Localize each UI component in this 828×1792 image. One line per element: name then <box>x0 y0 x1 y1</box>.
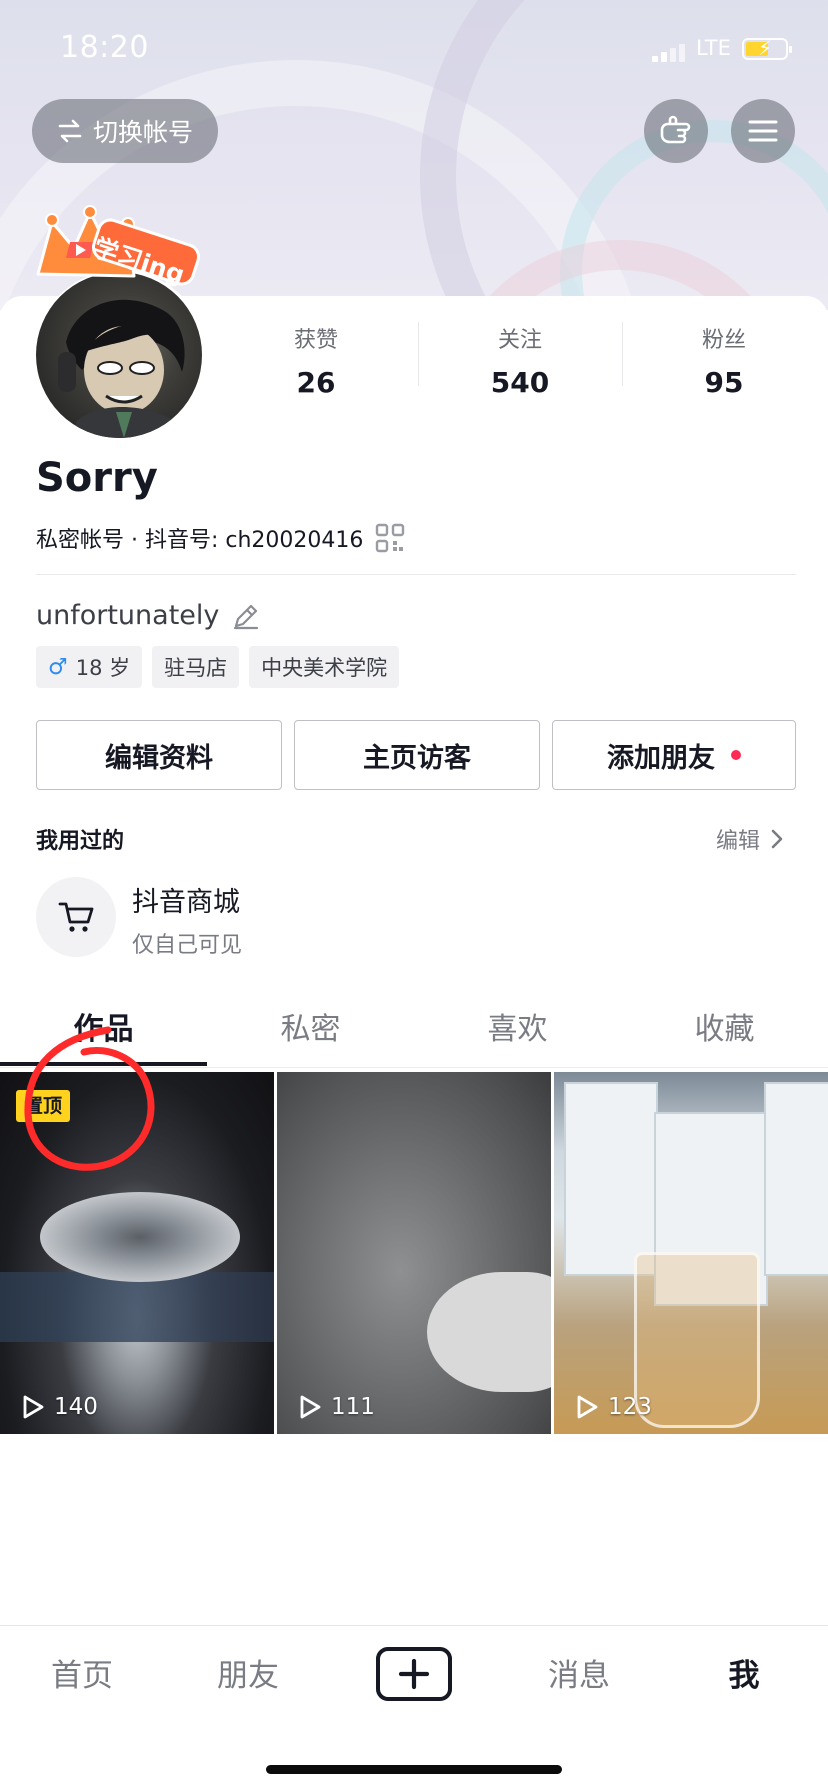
tab-likes[interactable]: 喜欢 <box>414 1000 621 1060</box>
account-id-line: 私密帐号 · 抖音号: ch20020416 <box>36 522 405 554</box>
add-friend-label: 添加朋友 <box>607 742 715 774</box>
video-grid: 置顶 140 111 123 <box>0 1072 828 1434</box>
stat-label: 粉丝 <box>701 328 746 353</box>
tab-favorites[interactable]: 收藏 <box>621 1000 828 1060</box>
network-label: LTE <box>696 36 731 60</box>
profile-name: Sorry <box>36 455 158 501</box>
tabs-divider <box>0 1067 828 1068</box>
shop-visibility: 仅自己可见 <box>132 933 243 958</box>
hand-icon <box>660 115 691 144</box>
pencil-icon <box>234 604 259 629</box>
add-friend-button[interactable]: 添加朋友 <box>552 720 796 790</box>
active-tab-indicator <box>0 1062 207 1066</box>
video-thumbnail[interactable]: 111 <box>277 1072 551 1434</box>
bio-text: unfortunately <box>36 600 220 631</box>
tag-label: 驻马店 <box>164 656 228 680</box>
tag-location: 驻马店 <box>152 646 240 688</box>
switch-account-button[interactable]: 切换帐号 <box>32 99 218 163</box>
nav-me[interactable]: 我 <box>684 1650 804 1695</box>
play-icon <box>577 1395 598 1419</box>
used-edit-link[interactable]: 编辑 <box>716 823 784 855</box>
nav-messages[interactable]: 消息 <box>519 1650 639 1695</box>
cart-icon <box>58 902 94 932</box>
shop-name[interactable]: 抖音商城 <box>132 880 240 919</box>
bio[interactable]: unfortunately <box>36 600 261 631</box>
profile-tags: ♂ 18 岁 驻马店 中央美术学院 <box>36 646 400 688</box>
chevron-right-icon <box>771 829 783 849</box>
profile-visitors-label: 主页访客 <box>363 742 471 774</box>
tag-age: ♂ 18 岁 <box>36 646 143 688</box>
pinned-badge: 置顶 <box>16 1090 71 1122</box>
bottom-nav-divider <box>0 1625 828 1626</box>
stat-value: 95 <box>704 366 744 399</box>
play-count-value: 140 <box>54 1394 98 1420</box>
edit-profile-button[interactable]: 编辑资料 <box>36 720 282 790</box>
used-section-title: 我用过的 <box>36 829 125 854</box>
play-icon <box>23 1395 44 1419</box>
home-indicator <box>266 1765 562 1774</box>
create-button[interactable] <box>374 1646 454 1702</box>
status-time: 18:20 <box>60 30 149 65</box>
edit-profile-label: 编辑资料 <box>105 742 213 774</box>
tab-private[interactable]: 私密 <box>207 1000 414 1060</box>
tag-label: 中央美术学院 <box>261 656 388 680</box>
play-icon <box>300 1395 321 1419</box>
used-edit-label: 编辑 <box>716 829 761 854</box>
stat-label: 关注 <box>497 328 542 353</box>
signal-icon <box>652 42 686 62</box>
play-count: 123 <box>576 1394 652 1420</box>
stat-divider <box>622 322 623 386</box>
video-thumbnail[interactable]: 123 <box>554 1072 828 1434</box>
switch-account-label: 切换帐号 <box>92 118 193 147</box>
stat-value: 540 <box>490 366 550 399</box>
profile-divider <box>36 574 796 575</box>
play-count: 111 <box>299 1394 375 1420</box>
stat-divider <box>418 322 419 386</box>
account-id-text: 私密帐号 · 抖音号: ch20020416 <box>36 528 364 553</box>
menu-button[interactable] <box>731 99 795 163</box>
nav-home[interactable]: 首页 <box>22 1650 142 1695</box>
shop-icon-circle[interactable] <box>36 877 116 957</box>
swap-icon <box>58 119 82 143</box>
stat-likes[interactable]: 获赞 26 <box>246 322 386 399</box>
nav-friends[interactable]: 朋友 <box>188 1650 308 1695</box>
male-icon: ♂ <box>48 654 68 680</box>
tag-school: 中央美术学院 <box>249 646 400 688</box>
tab-works[interactable]: 作品 <box>0 1000 207 1060</box>
play-count-value: 111 <box>331 1394 375 1420</box>
content-tabs: 作品 私密 喜欢 收藏 <box>0 1000 828 1070</box>
profile-visitors-button[interactable]: 主页访客 <box>294 720 540 790</box>
menu-icon <box>748 120 778 142</box>
play-count: 140 <box>22 1394 98 1420</box>
tag-label: 18 岁 <box>75 656 131 680</box>
qrcode-icon[interactable] <box>375 523 405 553</box>
battery-icon: ⚡ <box>742 37 792 60</box>
stat-label: 获赞 <box>293 328 338 353</box>
stat-following[interactable]: 关注 540 <box>450 322 590 399</box>
stat-followers[interactable]: 粉丝 95 <box>654 322 794 399</box>
video-thumbnail[interactable]: 置顶 140 <box>0 1072 274 1434</box>
stat-value: 26 <box>296 366 336 399</box>
notification-dot <box>731 750 741 760</box>
play-count-value: 123 <box>608 1394 652 1420</box>
hand-button[interactable] <box>644 99 708 163</box>
